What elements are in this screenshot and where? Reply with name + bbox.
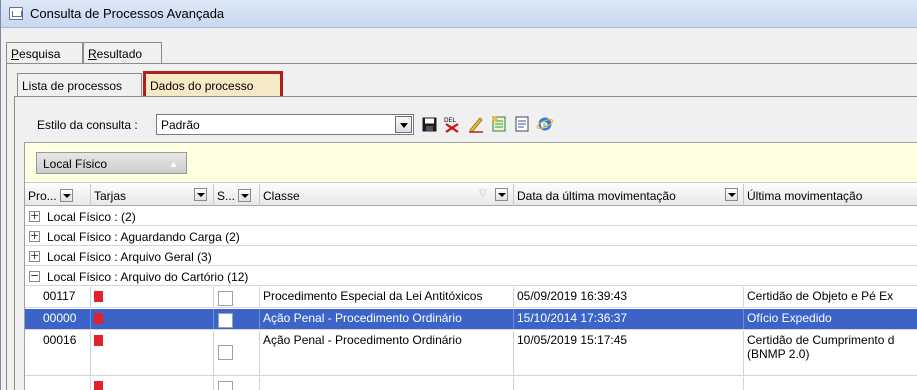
cell-data: 10/05/2019 15:17:45 <box>514 331 744 375</box>
browser-icon[interactable]: e <box>536 114 554 134</box>
cell-classe: Ação Penal - Procedimento Ordinário <box>260 331 514 375</box>
cell-classe: Ação Penal - Procedimento Ordinário <box>260 309 514 329</box>
window-icon <box>9 7 23 20</box>
group-row-label: Local Físico : (2) <box>47 210 136 224</box>
table-row-partial[interactable] <box>25 377 917 390</box>
group-row[interactable]: − Local Físico : Arquivo do Cartório (12… <box>25 267 917 286</box>
report-icon[interactable] <box>513 114 531 134</box>
grid-header: Pro... Tarjas S... Classe ▽ Data da últim… <box>25 184 917 206</box>
cell-s <box>214 287 260 307</box>
svg-text:DEL: DEL <box>444 117 456 124</box>
filter-dropdown-icon[interactable] <box>725 188 738 201</box>
cell-tarjas <box>91 377 214 390</box>
tab-resultado[interactable]: Resultado <box>83 42 162 64</box>
red-tarja-icon <box>94 291 103 302</box>
filter-dropdown-icon[interactable] <box>194 188 207 201</box>
table-row[interactable]: 00117 Procedimento Especial da Lei Antit… <box>25 287 917 308</box>
group-chip-label: Local Físico <box>43 157 108 171</box>
group-row-label: Local Físico : Aguardando Carga (2) <box>47 230 240 244</box>
column-header-tarjas[interactable]: Tarjas <box>91 184 214 206</box>
column-header-data[interactable]: Data da última movimentação <box>514 184 744 206</box>
expand-icon[interactable]: + <box>29 250 40 262</box>
cell-pro <box>40 377 91 390</box>
red-tarja-icon <box>94 381 103 390</box>
cell-ultima: Certidão de Cumprimento d (BNMP 2.0) <box>747 333 895 361</box>
group-row[interactable]: + Local Físico : (2) <box>25 207 917 226</box>
cell-data: 05/09/2019 16:39:43 <box>514 287 744 307</box>
group-row[interactable]: + Local Físico : Arquivo Geral (3) <box>25 247 917 266</box>
red-tarja-icon <box>94 335 103 346</box>
tab-pesquisa[interactable]: Pesquisa <box>6 42 83 64</box>
estilo-label: Estilo da consulta : <box>37 118 138 132</box>
save-icon[interactable] <box>420 114 438 134</box>
cell-tarjas <box>91 309 214 329</box>
column-header-s[interactable]: S... <box>214 184 260 206</box>
cell-pro: 00016 <box>40 331 91 375</box>
table-row-selected[interactable]: 00000 Ação Penal - Procedimento Ordinári… <box>25 309 917 330</box>
cell-data <box>514 377 744 390</box>
cell-data: 15/10/2014 17:36:37 <box>514 309 744 329</box>
expand-icon[interactable]: + <box>29 230 40 242</box>
export-icon[interactable] <box>490 114 508 134</box>
tab-lista-de-processos[interactable]: Lista de processos <box>17 73 142 97</box>
table-row[interactable]: 00016 Ação Penal - Procedimento Ordinári… <box>25 331 917 376</box>
delete-icon[interactable]: DEL <box>443 114 461 134</box>
column-header-ultima[interactable]: Última movimentação <box>744 184 917 206</box>
title-bar: Consulta de Processos Avançada <box>1 0 917 28</box>
outer-tab-strip: Pesquisa Resultado <box>1 42 917 64</box>
filter-dropdown-icon[interactable] <box>59 189 73 202</box>
row-checkbox[interactable] <box>218 313 233 328</box>
app-window: Consulta de Processos Avançada Pesquisa … <box>0 0 917 390</box>
cell-pro: 00117 <box>40 287 91 307</box>
sort-indicator-icon: ▽ <box>479 188 487 199</box>
collapse-icon[interactable]: − <box>29 270 40 282</box>
cell-s <box>214 331 260 375</box>
cell-ultima: Ofício Expedido <box>747 311 832 325</box>
estilo-value: Padrão <box>161 118 200 132</box>
window-title: Consulta de Processos Avançada <box>30 6 225 21</box>
cell-tarjas <box>91 331 214 375</box>
red-tarja-icon <box>94 313 103 324</box>
filter-dropdown-icon[interactable] <box>238 189 252 202</box>
cell-ultima <box>744 377 917 390</box>
cell-pro: 00000 <box>40 309 91 329</box>
chevron-down-icon[interactable] <box>395 116 412 133</box>
cell-tarjas <box>91 287 214 307</box>
edit-icon[interactable] <box>467 114 485 134</box>
expand-icon[interactable]: + <box>29 210 40 222</box>
row-checkbox[interactable] <box>218 381 233 390</box>
group-by-bar: Local Físico ▲ <box>25 143 917 183</box>
cell-s <box>214 309 260 329</box>
cell-s <box>214 377 260 390</box>
tab-dados-do-processo[interactable]: Dados do processo <box>143 71 283 99</box>
results-grid: Local Físico ▲ Pro... Tarjas S... Classe… <box>24 142 917 390</box>
group-chip-local-fisico[interactable]: Local Físico ▲ <box>36 152 187 174</box>
group-row-label: Local Físico : Arquivo Geral (3) <box>47 250 212 264</box>
estilo-select[interactable]: Padrão <box>156 114 414 135</box>
column-header-pro[interactable]: Pro... <box>25 184 91 206</box>
row-checkbox[interactable] <box>218 291 233 306</box>
filter-dropdown-icon[interactable] <box>495 188 508 201</box>
cell-classe <box>260 377 514 390</box>
cell-ultima: Certidão de Objeto e Pé Ex <box>747 289 894 303</box>
group-row[interactable]: + Local Físico : Aguardando Carga (2) <box>25 227 917 246</box>
column-header-classe[interactable]: Classe ▽ <box>260 184 514 206</box>
row-checkbox[interactable] <box>218 345 233 360</box>
cell-classe: Procedimento Especial da Lei Antitóxicos <box>260 287 514 307</box>
sort-asc-icon: ▲ <box>169 159 178 169</box>
group-row-label: Local Físico : Arquivo do Cartório (12) <box>47 270 249 284</box>
